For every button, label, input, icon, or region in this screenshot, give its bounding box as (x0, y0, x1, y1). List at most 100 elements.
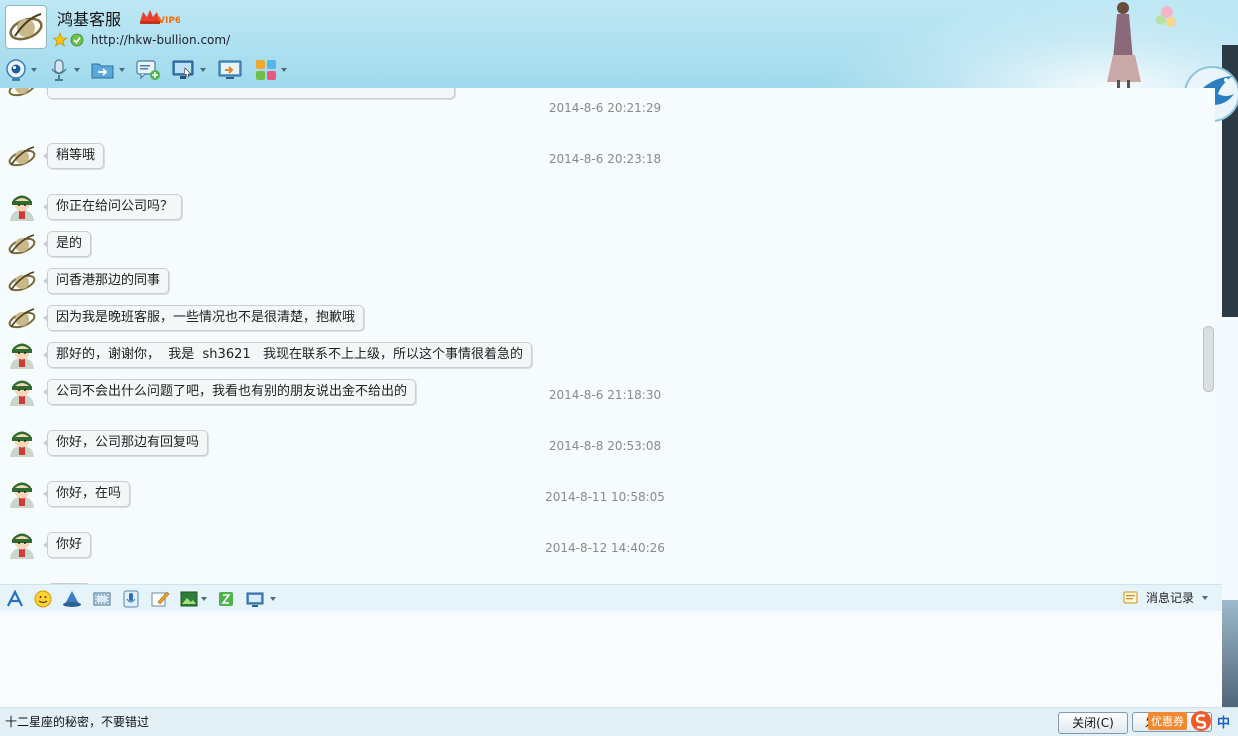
hungkee-logo-icon (9, 13, 43, 41)
service-avatar[interactable] (6, 304, 38, 332)
handwriting-button[interactable] (150, 590, 170, 608)
user-avatar[interactable] (6, 531, 38, 559)
microphone-icon (51, 59, 67, 81)
send-file-button[interactable] (90, 58, 125, 82)
message-timestamp: 2014-8-6 21:18:30 (548, 388, 662, 402)
chat-scrollbar[interactable] (1203, 326, 1214, 392)
header-toolbar (4, 56, 297, 84)
service-avatar[interactable] (6, 267, 38, 295)
chevron-down-icon[interactable] (281, 68, 287, 72)
emoji-button[interactable] (34, 590, 52, 608)
service-avatar[interactable] (6, 88, 38, 100)
bottom-bar: 十二星座的秘密，不要错过 关闭(C) 发送(S) (0, 707, 1238, 736)
message-bubble[interactable]: 那好的，谢谢你， 我是 sh3621 我现在联系不上上级，所以这个事情很着急的 (42, 342, 533, 368)
vip-badge-icon[interactable]: VIP6 (138, 8, 180, 26)
status-icons (53, 32, 84, 47)
hungkee-logo-icon (8, 308, 36, 329)
user-avatar[interactable] (6, 378, 38, 406)
user-avatar[interactable] (6, 341, 38, 369)
message-bubble[interactable]: 你好，在吗 (42, 481, 131, 507)
user-avatar-icon (10, 431, 34, 457)
contact-name: 鸿基客服 (57, 10, 122, 29)
webcam-icon (6, 59, 26, 81)
chat-header: 鸿基客服 VIP6 http://hkw-bullion.com/ (0, 0, 1238, 88)
contact-avatar[interactable] (5, 5, 47, 49)
close-button[interactable]: 关闭(C) (1058, 712, 1128, 734)
message-bubble[interactable]: 稍等哦 (42, 143, 105, 169)
apps-grid-icon (256, 60, 276, 80)
shake-button[interactable] (217, 590, 235, 608)
list-item: 那好的，谢谢你， 我是 sh3621 我现在联系不上上级，所以这个事情很着急的 (6, 341, 533, 369)
message-bubble[interactable] (43, 88, 455, 99)
service-avatar[interactable] (6, 142, 38, 170)
user-avatar[interactable] (6, 193, 38, 221)
message-timestamp: 2014-8-12 14:40:26 (545, 541, 665, 555)
list-item: 你正在给问公司吗？ (6, 193, 183, 221)
apps-button[interactable] (254, 58, 287, 82)
list-item: 是的 (6, 230, 92, 258)
chevron-down-icon[interactable] (74, 68, 80, 72)
ime-mode-label[interactable]: 中 (1217, 712, 1230, 731)
message-timestamp: 2014-8-11 10:58:05 (545, 490, 665, 504)
monitor-icon (172, 60, 194, 79)
message-timestamp: 2014-8-8 20:53:08 (548, 439, 662, 453)
message-timestamp: 2014-8-6 20:21:29 (548, 101, 662, 115)
voice-message-button[interactable] (122, 590, 140, 608)
contact-url-link[interactable]: http://hkw-bullion.com/ (91, 33, 230, 47)
send-image-button[interactable] (180, 590, 207, 608)
message-bubble[interactable]: 你正在给问公司吗？ (42, 194, 183, 220)
chevron-down-icon[interactable] (31, 68, 37, 72)
user-avatar-icon (10, 482, 34, 508)
more-tools-icon (246, 592, 264, 607)
more-tools-button[interactable] (245, 590, 276, 608)
message-bubble[interactable]: 你好 (42, 532, 92, 558)
create-discussion-button[interactable] (135, 58, 161, 82)
user-avatar[interactable] (6, 480, 38, 508)
user-avatar-icon (10, 533, 34, 559)
screenshot-button[interactable] (92, 590, 112, 608)
list-item: 公司不会出什么问题了吧，我看也有别的朋友说出金不给出的 (6, 378, 417, 406)
ad-link[interactable]: 十二星座的秘密，不要错过 (5, 713, 149, 730)
message-bubble[interactable]: 问香港那边的同事 (42, 268, 170, 294)
list-item: 稍等哦 (6, 142, 105, 170)
user-avatar-icon (10, 343, 34, 369)
remote-assist-button[interactable] (171, 58, 206, 82)
chevron-down-icon[interactable] (119, 68, 125, 72)
video-call-button[interactable] (4, 58, 37, 82)
sogou-ime-icon[interactable] (1189, 710, 1213, 732)
online-status-icon (70, 33, 84, 47)
message-bubble[interactable]: 公司不会出什么问题了吧，我看也有别的朋友说出金不给出的 (42, 379, 417, 405)
list-item (6, 88, 455, 100)
chevron-down-icon[interactable] (270, 596, 276, 601)
message-history-icon (1123, 591, 1138, 603)
chat-history[interactable]: 2014-8-6 20:21:29 稍等哦 2014-8-6 20:23:18 你正在… (0, 88, 1215, 584)
handwriting-icon (151, 591, 170, 606)
magic-expression-button[interactable] (62, 590, 82, 608)
user-avatar-icon (10, 195, 34, 221)
magic-expression-icon (63, 590, 81, 607)
user-avatar[interactable] (6, 429, 38, 457)
voice-call-button[interactable] (47, 58, 80, 82)
vip-label: VIP6 (158, 16, 180, 26)
message-bubble[interactable]: 因为我是晚班客服，一些情况也不是很清楚，抱歉哦 (42, 305, 365, 331)
list-item: 你好，公司那边有回复吗 (6, 429, 209, 457)
chevron-down-icon[interactable] (201, 596, 207, 601)
font-button[interactable] (6, 589, 24, 608)
ime-toolbar[interactable]: 优惠券 中 (1148, 710, 1230, 732)
message-input[interactable] (0, 611, 1222, 707)
screen-share-icon (218, 60, 242, 79)
hungkee-logo-icon (8, 146, 36, 167)
service-avatar[interactable] (6, 230, 38, 258)
side-ad-banner-2[interactable] (1222, 600, 1238, 710)
message-bubble[interactable]: 是的 (42, 231, 92, 257)
shake-icon (219, 591, 233, 606)
chevron-down-icon[interactable] (200, 68, 206, 72)
message-bubble[interactable]: 你好，公司那边有回复吗 (42, 430, 209, 456)
list-item: 你好 (6, 531, 92, 559)
hungkee-logo-icon (8, 271, 36, 292)
chevron-down-icon[interactable] (1202, 595, 1208, 600)
share-screen-button[interactable] (216, 58, 244, 82)
ime-promo-badge[interactable]: 优惠券 (1148, 712, 1187, 730)
header-illustration (1107, 2, 1176, 88)
message-history-button[interactable]: 消息记录 (1122, 589, 1208, 606)
